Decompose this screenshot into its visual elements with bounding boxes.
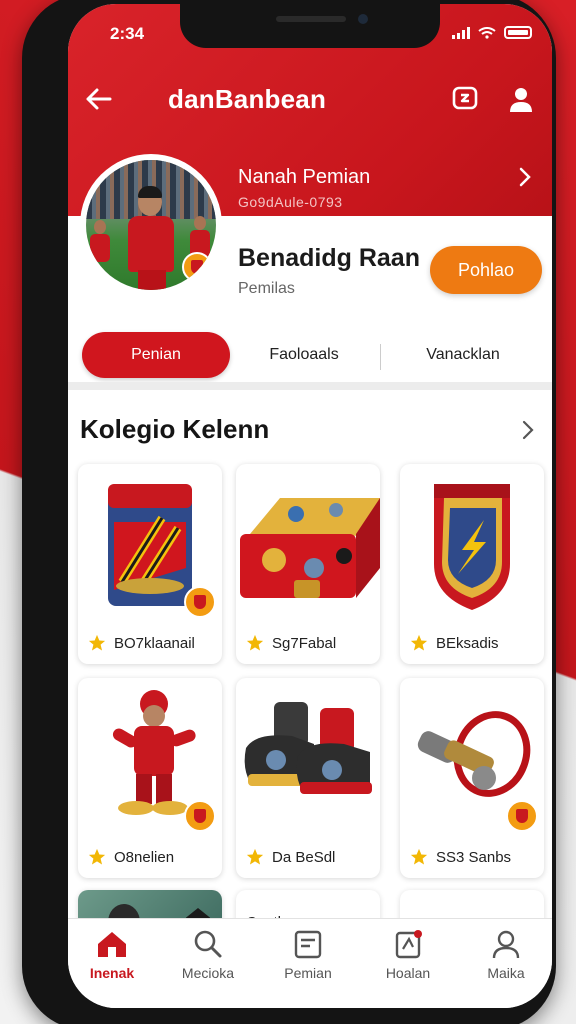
- chevron-right-icon[interactable]: [518, 166, 532, 188]
- team-crest-icon: [182, 252, 212, 282]
- camera-notch: [180, 4, 440, 48]
- signal-icon: [452, 26, 470, 39]
- search-icon: [194, 930, 222, 958]
- chat-icon[interactable]: [450, 84, 480, 114]
- gold-badge-icon: [184, 800, 216, 832]
- nav-label: Pemian: [284, 965, 332, 981]
- profile-icon: [492, 930, 520, 959]
- boots-icon: [244, 702, 372, 794]
- nav-label: Mecioka: [181, 965, 235, 981]
- profile-subtitle: Pemilas: [238, 280, 295, 297]
- profile-name: Nanah Pemian: [238, 166, 371, 188]
- folder-icon: [294, 930, 322, 959]
- tab-divider: [380, 344, 381, 370]
- chevron-right-icon[interactable]: [522, 420, 534, 440]
- section-title: Kolegio Kelenn: [80, 414, 270, 444]
- collection-item[interactable]: Da BeSdl: [236, 678, 380, 878]
- collection-section: Kolegio Kelenn BO7klaanail Sg7Fabal BEks…: [68, 390, 552, 940]
- app-screen: 2:34 danBanbean Nanah Pemian Go9dAule-07…: [68, 4, 552, 1008]
- star-icon: [410, 848, 428, 865]
- user-icon[interactable]: [506, 84, 536, 114]
- item-label: BO7klaanail: [114, 635, 195, 652]
- speaker-grille: [276, 16, 346, 22]
- battery-icon: [504, 26, 532, 39]
- display-name: Benadidg Raan: [238, 244, 420, 272]
- item-label: BEksadis: [436, 635, 499, 652]
- wifi-icon: [478, 26, 496, 39]
- nav-hoalan[interactable]: Hoalan: [368, 929, 448, 999]
- teammate-figure: [90, 220, 110, 274]
- nav-label: Maika: [487, 965, 525, 981]
- bottom-navigation: Inenak Mecioka Pemian Hoalan Maika: [68, 918, 552, 1008]
- nav-label: Hoalan: [385, 965, 431, 981]
- front-camera: [358, 14, 368, 24]
- collection-item[interactable]: BO7klaanail: [78, 464, 222, 664]
- app-title: danBanbean: [168, 84, 327, 114]
- player-figure: [128, 186, 174, 290]
- notification-icon: [395, 930, 422, 959]
- avatar-photo: [86, 160, 216, 290]
- tab-faoloaals[interactable]: Faoloaals: [244, 332, 364, 378]
- shield-badge-icon: [434, 484, 510, 610]
- item-label: Sg7Fabal: [272, 635, 337, 652]
- tab-vanacklan[interactable]: Vanacklan: [398, 332, 528, 378]
- gold-badge-icon: [506, 800, 538, 832]
- nav-label: Inenak: [89, 965, 135, 981]
- gold-badge-icon: [184, 586, 216, 618]
- nav-home[interactable]: Inenak: [72, 929, 152, 999]
- home-icon: [98, 932, 126, 957]
- star-icon: [410, 634, 428, 651]
- star-icon: [246, 848, 264, 865]
- nav-search[interactable]: Mecioka: [168, 929, 248, 999]
- section-divider: [68, 382, 552, 390]
- collection-item[interactable]: BEksadis: [400, 464, 544, 664]
- tab-penian[interactable]: Penian: [82, 332, 230, 378]
- collection-item[interactable]: SS3 Sanbs: [400, 678, 544, 878]
- collection-item[interactable]: O8nelien: [78, 678, 222, 878]
- phone-frame: 2:34 danBanbean Nanah Pemian Go9dAule-07…: [22, 0, 556, 1024]
- tab-bar: Penian Faoloaals Vanacklan: [68, 322, 552, 382]
- star-icon: [88, 848, 106, 865]
- chest-icon: [240, 498, 380, 598]
- nav-pemian[interactable]: Pemian: [268, 929, 348, 999]
- back-arrow-icon[interactable]: [84, 86, 114, 112]
- nav-profile[interactable]: Maika: [466, 929, 546, 999]
- status-icons: [452, 26, 532, 39]
- star-icon: [88, 634, 106, 651]
- star-icon: [246, 634, 264, 651]
- profile-id: Go9dAule-0793: [238, 194, 343, 210]
- item-label: Da BeSdl: [272, 849, 336, 866]
- avatar[interactable]: [80, 154, 222, 296]
- profile-action-button[interactable]: Pohlao: [430, 246, 542, 294]
- item-label: SS3 Sanbs: [436, 849, 512, 866]
- item-label: O8nelien: [114, 849, 175, 866]
- collection-item[interactable]: Sg7Fabal: [236, 464, 380, 664]
- status-time: 2:34: [110, 24, 145, 43]
- app-header: danBanbean: [68, 76, 552, 124]
